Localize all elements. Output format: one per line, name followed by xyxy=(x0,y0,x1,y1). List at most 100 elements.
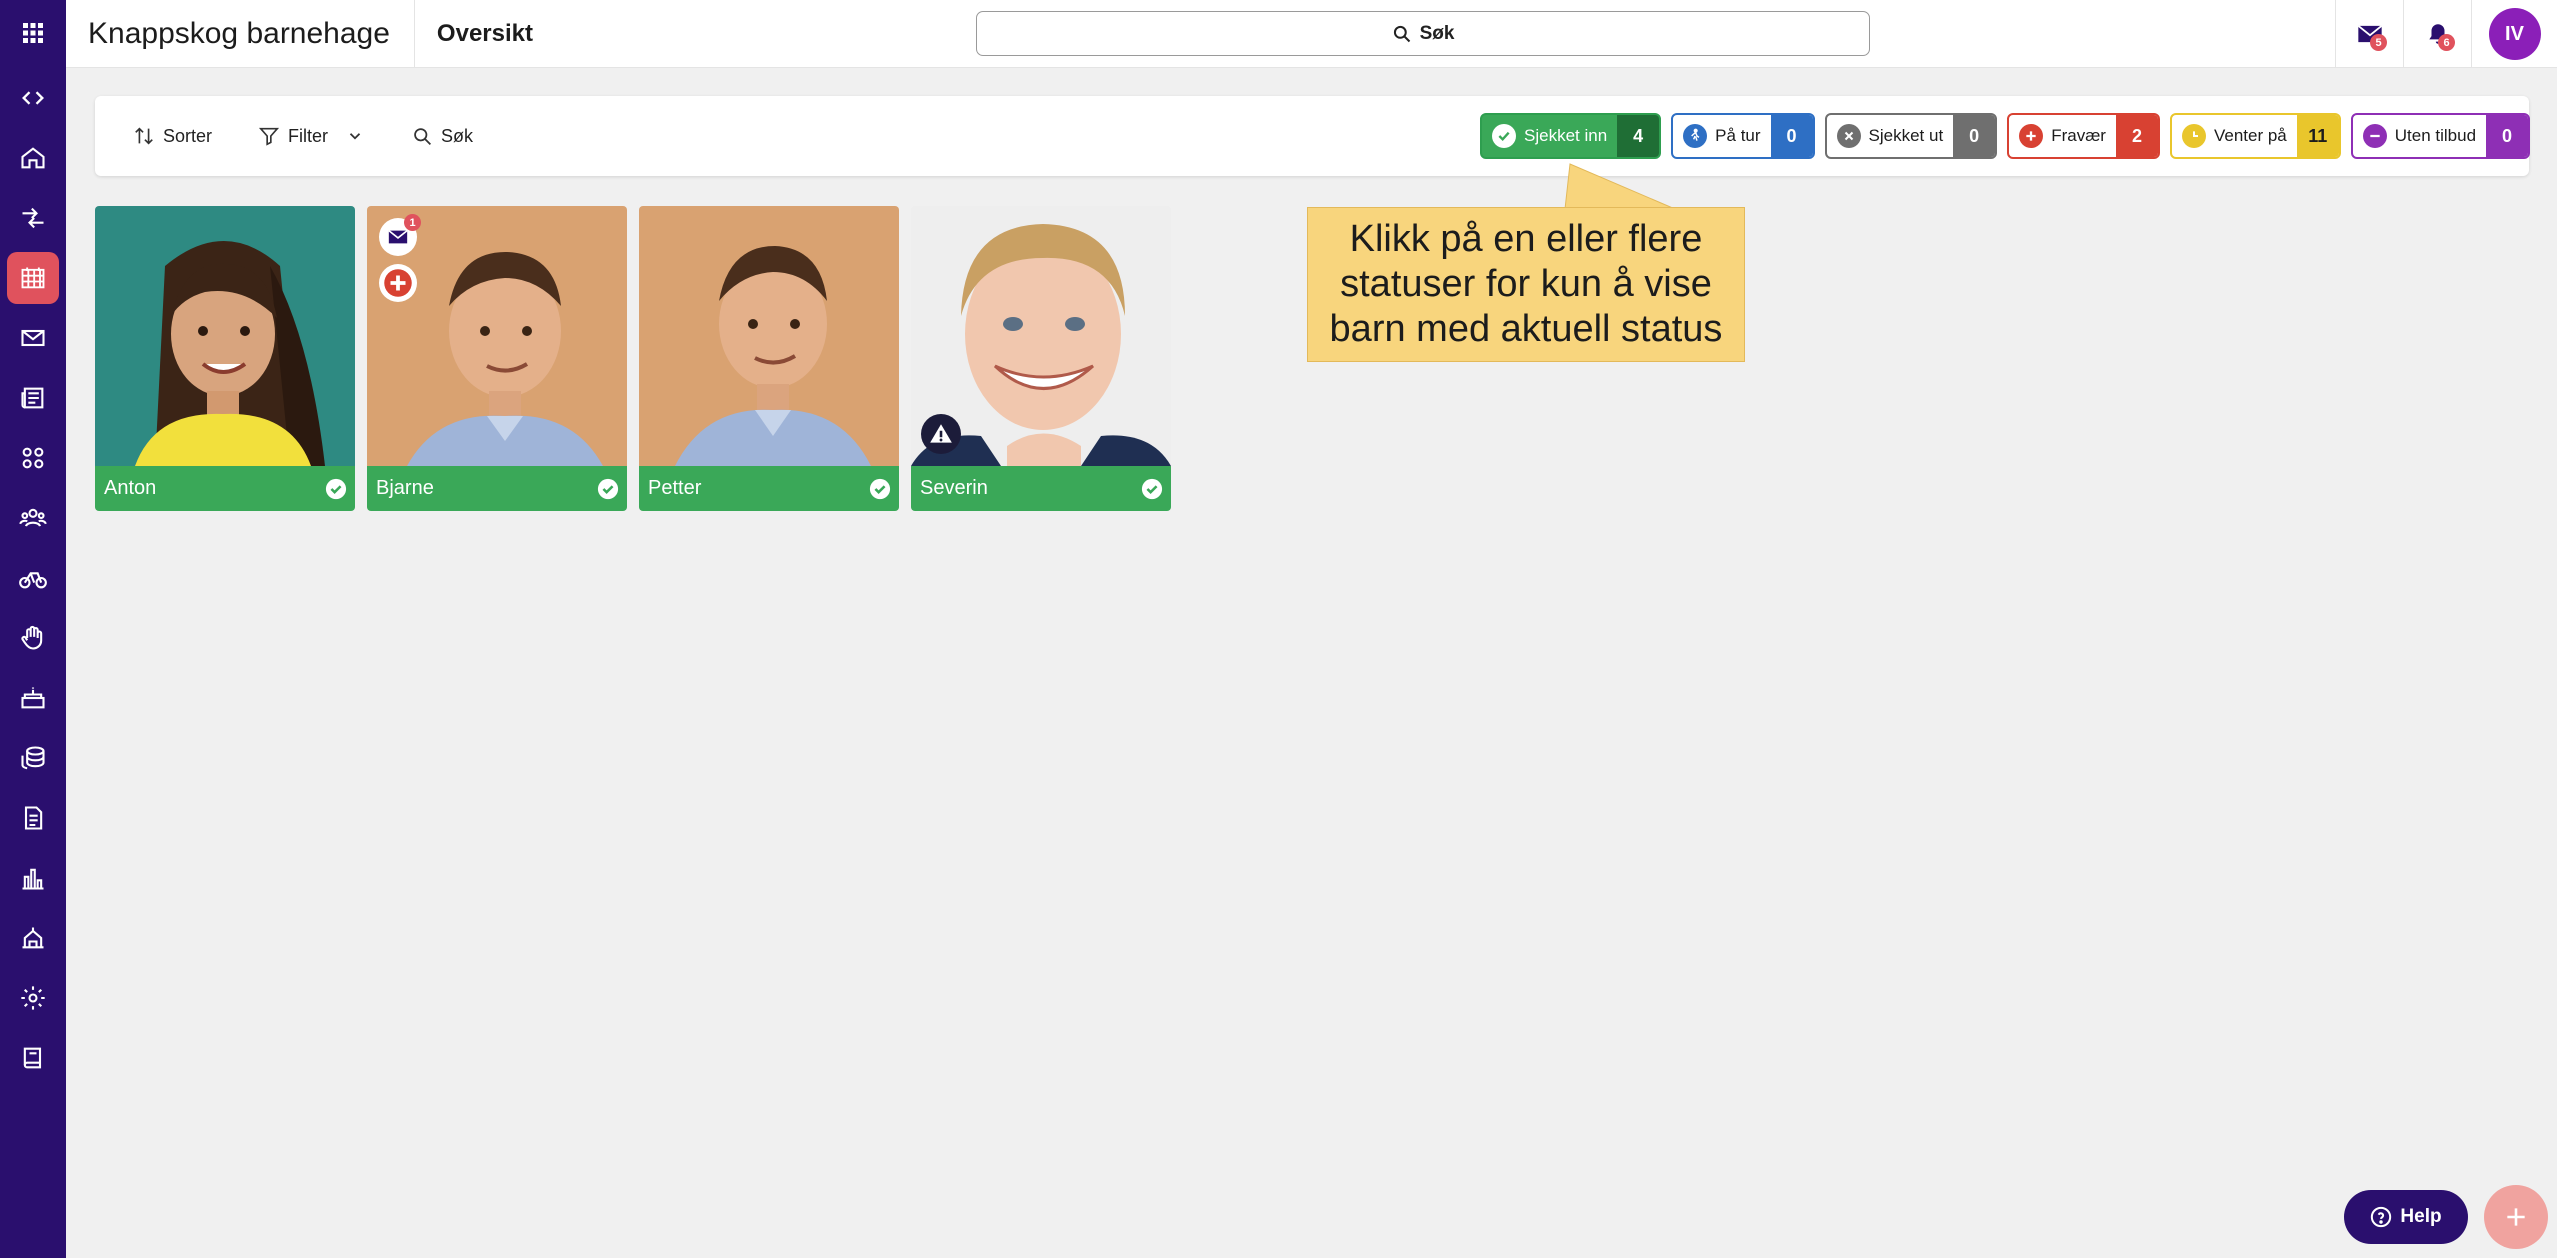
status-label: På tur xyxy=(1715,126,1761,145)
status-label: Venter på xyxy=(2213,126,2287,145)
status-filter-no-offer[interactable]: Uten tilbud 0 xyxy=(2350,113,2531,159)
search-icon xyxy=(414,127,432,145)
child-photo xyxy=(639,206,899,466)
groups-icon[interactable] xyxy=(7,432,59,484)
absence-action-badge[interactable] xyxy=(379,264,417,302)
coins-icon[interactable] xyxy=(7,732,59,784)
notifications-button[interactable]: 6 xyxy=(2403,0,2471,68)
filter-label: Filter xyxy=(288,125,329,146)
tooltip-pointer xyxy=(1564,163,1676,210)
gear-icon[interactable] xyxy=(7,972,59,1024)
child-name: Anton xyxy=(104,477,157,499)
child-card[interactable]: Petter xyxy=(639,206,899,511)
mail-icon xyxy=(388,229,408,244)
child-card[interactable]: Anton xyxy=(95,206,355,511)
status-filter-group: Sjekket inn 4 På tur 0 Sjekket ut 0 Frav… xyxy=(1480,113,2531,159)
child-card[interactable]: 1 Bjarne xyxy=(367,206,627,511)
status-filter-on-trip[interactable]: På tur 0 xyxy=(1671,113,1815,159)
book-icon[interactable] xyxy=(7,1032,59,1084)
status-label: Sjekket ut xyxy=(1868,126,1944,145)
apps-grid-icon[interactable] xyxy=(0,0,66,66)
top-right-actions: 5 6 IV xyxy=(2335,0,2557,68)
bar-chart-icon[interactable] xyxy=(7,852,59,904)
mail-icon[interactable] xyxy=(7,312,59,364)
walking-icon xyxy=(1683,124,1708,148)
children-grid: Anton 1 Bjarne Petter Severin xyxy=(95,206,1171,511)
check-circle-icon xyxy=(597,478,619,499)
filter-icon xyxy=(258,127,280,146)
status-count: 0 xyxy=(1953,115,1996,157)
status-count: 2 xyxy=(2115,115,2158,157)
child-name-bar: Bjarne xyxy=(367,466,627,511)
plus-circle-icon xyxy=(2019,124,2044,148)
hand-icon[interactable] xyxy=(7,612,59,664)
child-photo xyxy=(95,206,355,466)
sort-label: Sorter xyxy=(163,125,213,146)
check-circle-icon xyxy=(869,478,891,499)
status-count: 0 xyxy=(2486,115,2529,157)
check-circle-icon xyxy=(325,478,347,499)
global-search-label: Søk xyxy=(1419,22,1455,44)
building-icon[interactable] xyxy=(7,912,59,964)
page-title: Oversikt xyxy=(436,19,533,47)
unread-message-badge[interactable]: 1 xyxy=(379,214,421,256)
avatar[interactable]: IV xyxy=(2488,8,2541,60)
top-bar: Knappskog barnehage Oversikt Søk 5 6 IV xyxy=(66,0,2557,68)
side-navigation xyxy=(0,0,66,1258)
child-name: Petter xyxy=(648,477,702,499)
help-button[interactable]: Help xyxy=(2344,1190,2468,1244)
status-count: 0 xyxy=(1770,115,1813,157)
status-label: Uten tilbud xyxy=(2394,126,2477,145)
help-circle-icon xyxy=(2371,1206,2392,1228)
minus-circle-icon xyxy=(2362,124,2387,148)
org-name[interactable]: Knappskog barnehage xyxy=(66,0,415,68)
bicycle-icon[interactable] xyxy=(7,552,59,604)
unread-count: 1 xyxy=(404,214,421,231)
chevron-down-icon[interactable] xyxy=(346,127,364,145)
document-icon[interactable] xyxy=(7,792,59,844)
child-card[interactable]: Severin xyxy=(911,206,1171,511)
child-name-bar: Anton xyxy=(95,466,355,511)
x-circle-icon xyxy=(1836,124,1861,148)
status-filter-checked-in[interactable]: Sjekket inn 4 xyxy=(1480,113,1662,159)
calendar-grid-icon[interactable] xyxy=(7,252,59,304)
child-name-bar: Petter xyxy=(639,466,899,511)
overview-toolbar: Sorter Filter Søk Sjekket inn 4 På tur 0… xyxy=(95,96,2531,176)
people-icon[interactable] xyxy=(7,492,59,544)
user-menu[interactable]: IV xyxy=(2471,0,2557,68)
filter-button[interactable]: Filter xyxy=(246,111,376,161)
status-count: 11 xyxy=(2296,115,2339,157)
cake-icon[interactable] xyxy=(7,672,59,724)
help-label: Help xyxy=(2400,1206,2442,1227)
swap-icon[interactable] xyxy=(7,192,59,244)
add-button[interactable] xyxy=(2484,1185,2548,1249)
warning-triangle-icon xyxy=(930,424,952,443)
check-circle-icon xyxy=(1492,124,1516,148)
notifications-count-badge: 6 xyxy=(2438,34,2455,51)
sort-icon xyxy=(135,127,153,145)
status-filter-waiting[interactable]: Venter på 11 xyxy=(2169,113,2341,159)
check-circle-icon xyxy=(1141,478,1163,499)
plus-icon xyxy=(2507,1208,2525,1226)
child-photo xyxy=(911,206,1171,466)
child-name: Severin xyxy=(920,477,988,499)
clock-icon xyxy=(2181,124,2206,148)
child-name-bar: Severin xyxy=(911,466,1171,511)
status-filter-tooltip: Klikk på en eller flere statuser for kun… xyxy=(1307,207,1745,362)
child-name: Bjarne xyxy=(376,477,434,499)
sort-button[interactable]: Sorter xyxy=(121,111,224,161)
messages-count-badge: 5 xyxy=(2370,34,2387,51)
global-search-input[interactable]: Søk xyxy=(976,11,1870,56)
toolbar-search-button[interactable]: Søk xyxy=(400,111,485,161)
child-photo: 1 xyxy=(367,206,627,466)
newspaper-icon[interactable] xyxy=(7,372,59,424)
plus-circle-icon xyxy=(384,269,412,297)
toolbar-search-label: Søk xyxy=(441,125,474,146)
home-icon[interactable] xyxy=(7,132,59,184)
status-filter-checked-out[interactable]: Sjekket ut 0 xyxy=(1824,113,1998,159)
status-label: Fravær xyxy=(2051,126,2106,145)
sidebar-toggle-icon[interactable] xyxy=(7,72,59,124)
messages-button[interactable]: 5 xyxy=(2335,0,2403,68)
status-filter-absence[interactable]: Fravær 2 xyxy=(2007,113,2160,159)
warning-badge[interactable] xyxy=(921,414,961,454)
